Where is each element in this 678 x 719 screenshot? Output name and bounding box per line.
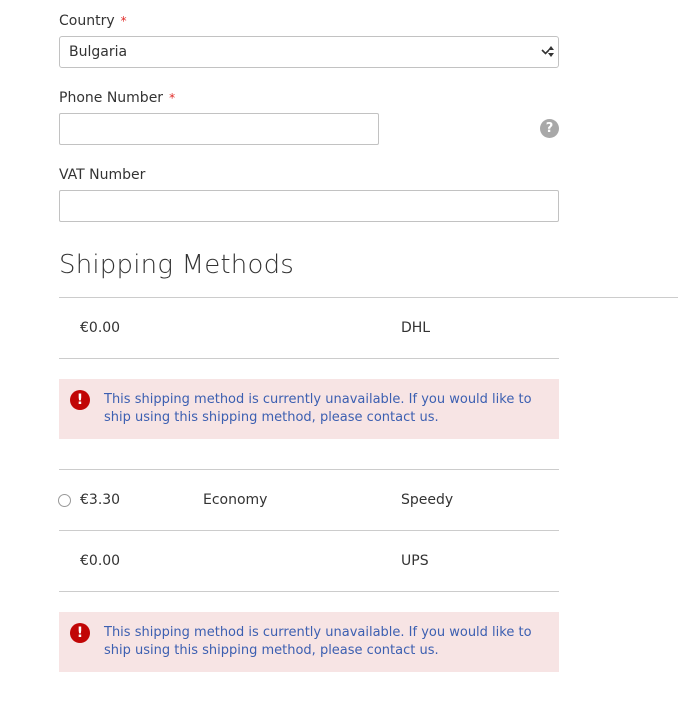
- shipping-error-message: ! This shipping method is currently unav…: [59, 379, 559, 439]
- phone-number-input[interactable]: [59, 113, 379, 145]
- required-asterisk: *: [169, 91, 176, 105]
- phone-label: Phone Number *: [59, 90, 175, 106]
- shipping-price: €0.00: [80, 320, 121, 336]
- select-arrows-icon: [541, 46, 554, 57]
- shipping-carrier: DHL: [401, 320, 431, 336]
- required-asterisk: *: [120, 14, 127, 28]
- shipping-price: €0.00: [80, 553, 121, 569]
- exclamation-icon: !: [70, 390, 90, 410]
- vat-label: VAT Number: [59, 167, 146, 183]
- vat-number-input[interactable]: [59, 190, 559, 222]
- shipping-carrier: UPS: [401, 553, 429, 569]
- question-mark-icon[interactable]: ?: [540, 119, 559, 138]
- row-divider: [59, 469, 559, 470]
- exclamation-icon: !: [70, 623, 90, 643]
- country-label-text: Country: [59, 13, 115, 29]
- country-label: Country *: [59, 13, 127, 29]
- shipping-methods-title: Shipping Methods: [59, 250, 295, 280]
- shipping-price: €3.30: [80, 492, 121, 508]
- shipping-method-name: Economy: [203, 492, 268, 508]
- shipping-method-radio[interactable]: [58, 494, 71, 507]
- country-select[interactable]: Bulgaria: [59, 36, 559, 68]
- country-select-value: Bulgaria: [69, 44, 128, 60]
- section-divider: [59, 297, 678, 298]
- error-text: This shipping method is currently unavai…: [104, 392, 532, 425]
- row-divider: [59, 530, 559, 531]
- shipping-carrier: Speedy: [401, 492, 454, 508]
- phone-label-text: Phone Number: [59, 90, 164, 106]
- error-text: This shipping method is currently unavai…: [104, 625, 532, 658]
- row-divider: [59, 358, 559, 359]
- row-divider: [59, 591, 559, 592]
- shipping-error-message: ! This shipping method is currently unav…: [59, 612, 559, 672]
